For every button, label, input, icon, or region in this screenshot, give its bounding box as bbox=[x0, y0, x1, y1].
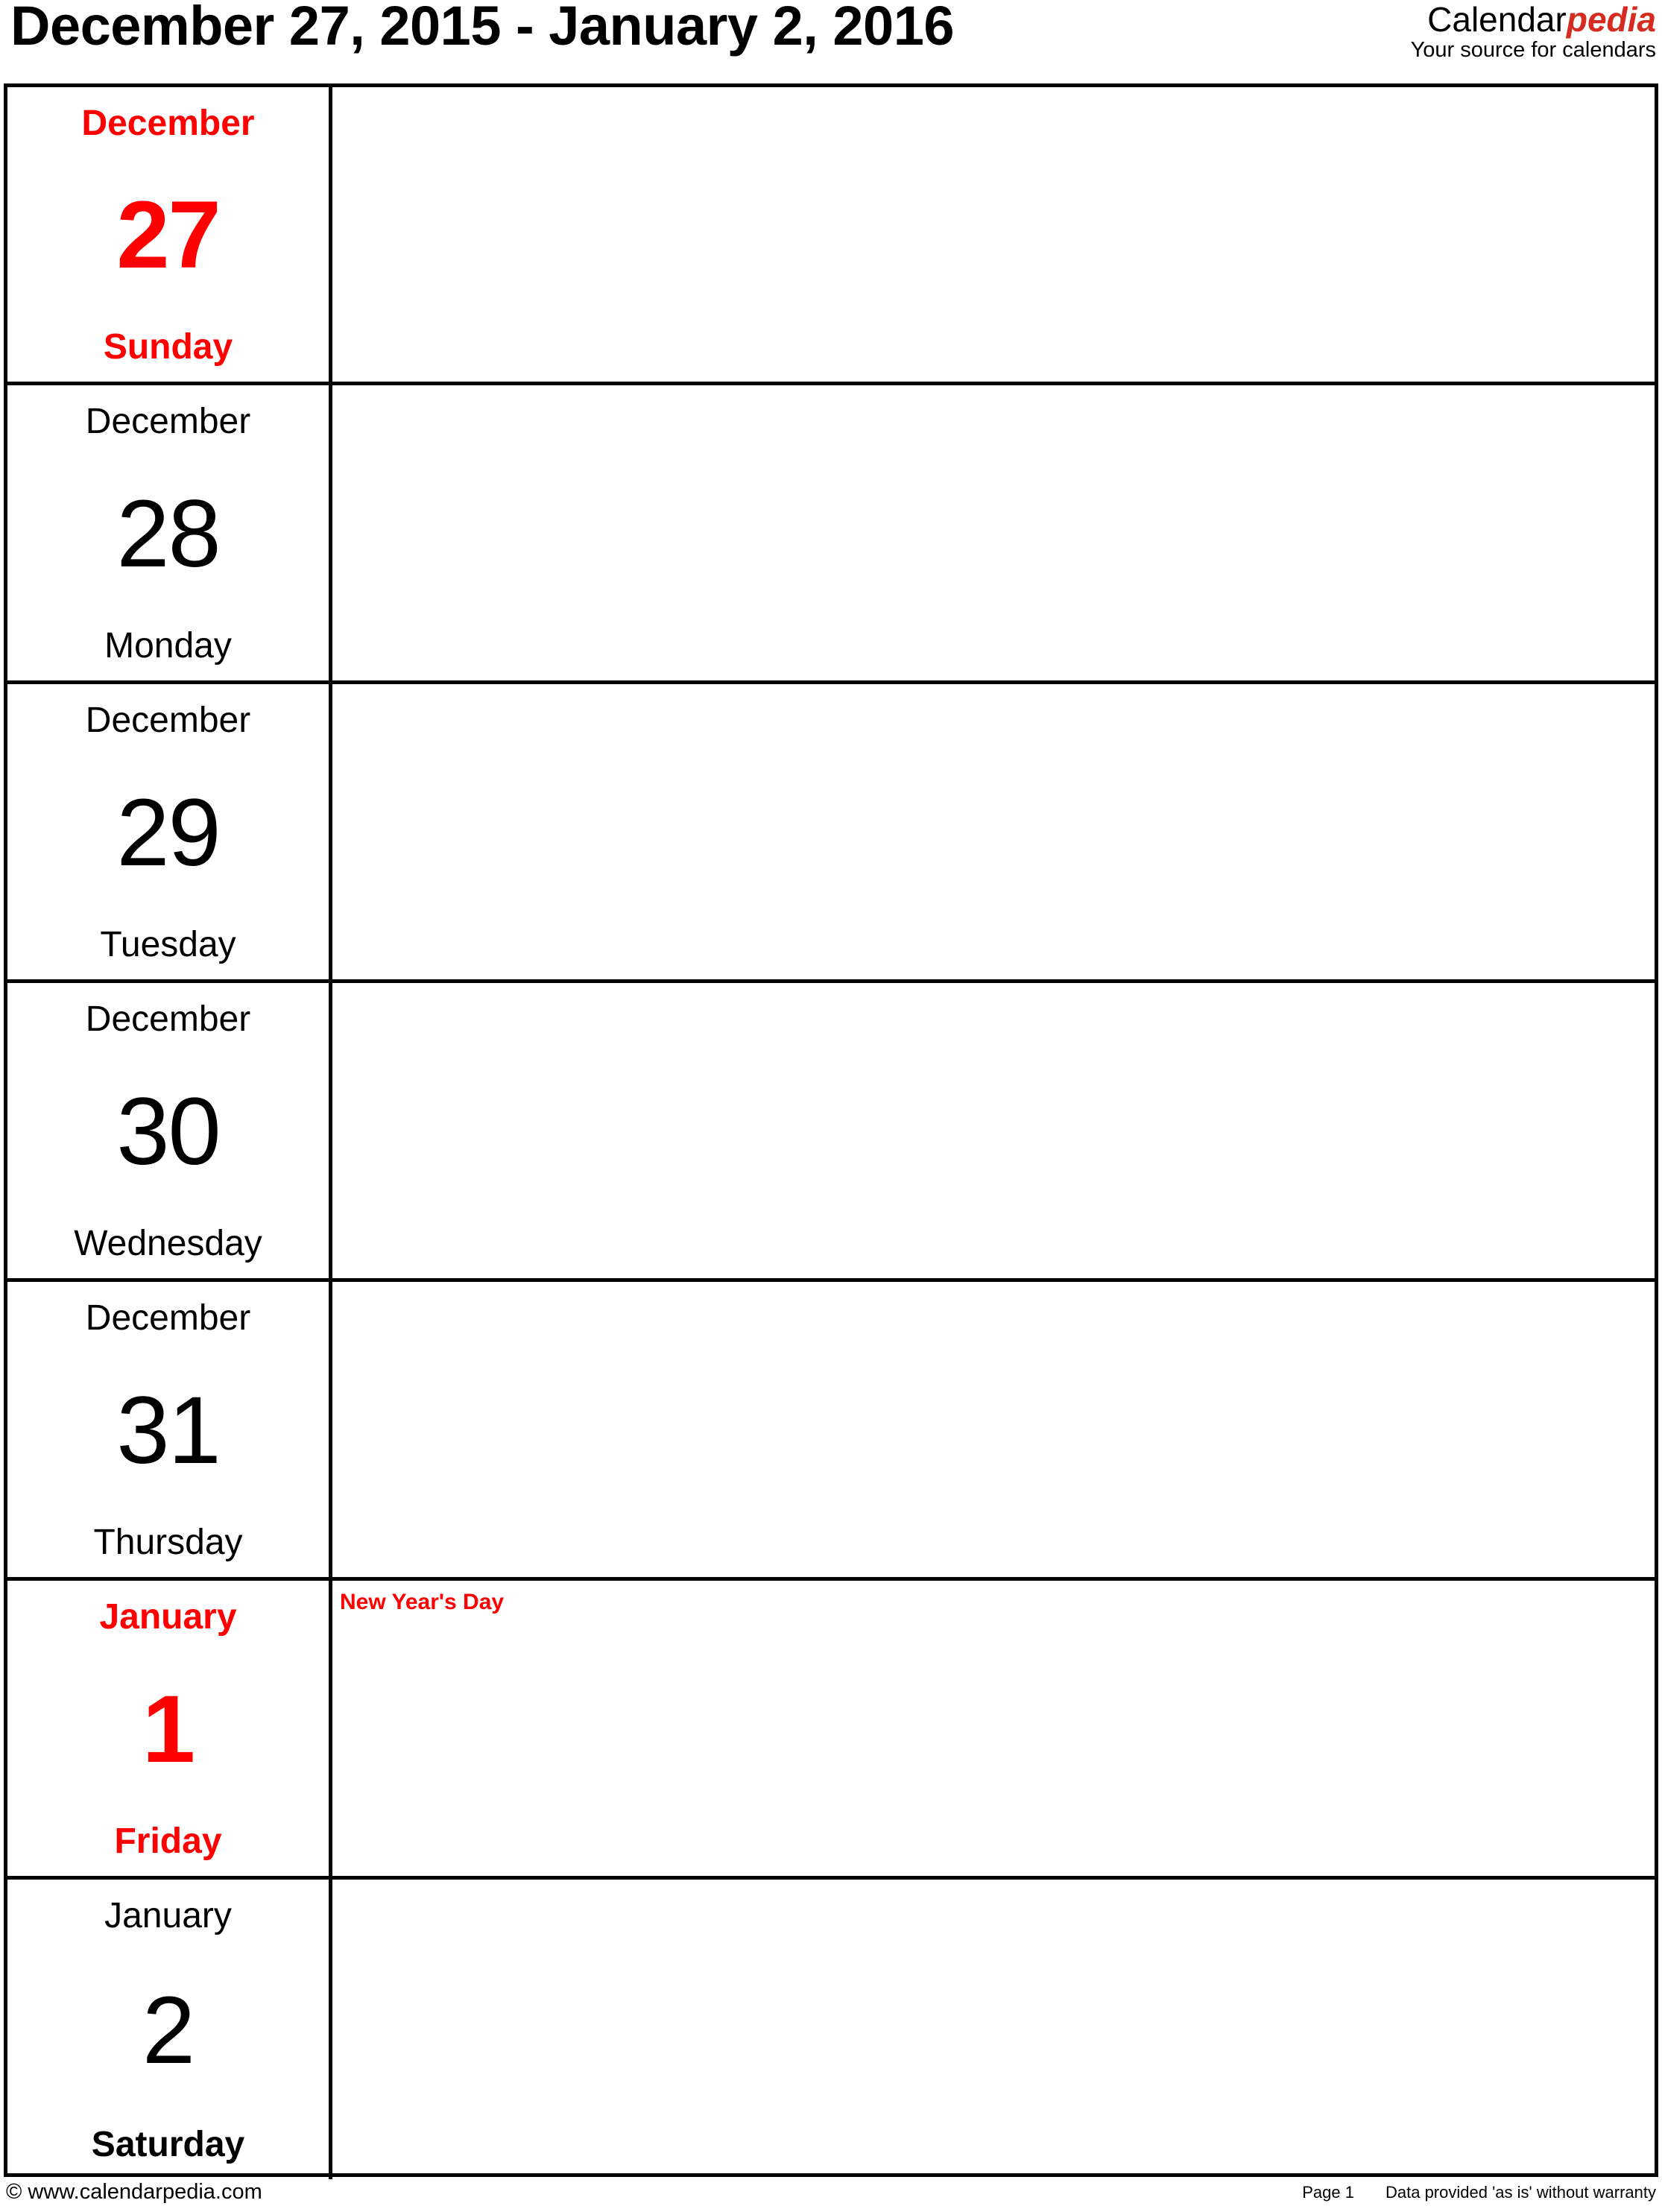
day-weekday: Wednesday bbox=[74, 1224, 262, 1263]
copyright-text: © www.calendarpedia.com bbox=[6, 2180, 262, 2204]
day-month: December bbox=[85, 999, 251, 1039]
day-row: December 30 Wednesday bbox=[7, 983, 1655, 1282]
day-notes-cell-monday[interactable] bbox=[332, 385, 1655, 680]
day-row: December 31 Thursday bbox=[7, 1282, 1655, 1581]
day-month: December bbox=[81, 104, 255, 143]
day-month: January bbox=[99, 1597, 237, 1637]
page-footer: © www.calendarpedia.com Page 1 Data provi… bbox=[0, 2180, 1662, 2212]
page-title: December 27, 2015 - January 2, 2016 bbox=[10, 0, 955, 57]
day-number: 1 bbox=[142, 1675, 195, 1783]
brand-name-accent: pedia bbox=[1566, 0, 1656, 39]
day-label-cell-thursday: December 31 Thursday bbox=[7, 1282, 332, 1577]
day-notes-cell-thursday[interactable] bbox=[332, 1282, 1655, 1577]
day-number: 2 bbox=[142, 1976, 195, 2084]
day-month: January bbox=[104, 1896, 232, 1935]
day-weekday: Saturday bbox=[91, 2125, 245, 2164]
day-weekday: Thursday bbox=[93, 1523, 243, 1562]
disclaimer-text: Data provided 'as is' without warranty bbox=[1385, 2183, 1656, 2202]
day-month: December bbox=[85, 1298, 251, 1338]
day-weekday: Friday bbox=[114, 1821, 222, 1861]
day-weekday: Tuesday bbox=[100, 925, 236, 964]
day-notes-cell-friday[interactable]: New Year's Day bbox=[332, 1581, 1655, 1876]
day-number: 28 bbox=[116, 480, 221, 587]
day-label-cell-saturday: January 2 Saturday bbox=[7, 1880, 332, 2179]
calendarpedia-logo: Calendarpedia Your source for calendars bbox=[1411, 1, 1656, 61]
day-notes-cell-sunday[interactable] bbox=[332, 87, 1655, 382]
footer-right-group: Page 1 Data provided 'as is' without warr… bbox=[1302, 2183, 1656, 2202]
day-row: December 28 Monday bbox=[7, 385, 1655, 684]
day-month: December bbox=[85, 701, 251, 740]
day-number: 31 bbox=[116, 1377, 221, 1484]
day-weekday: Monday bbox=[104, 626, 232, 666]
day-notes-cell-saturday[interactable] bbox=[332, 1880, 1655, 2179]
day-number: 29 bbox=[116, 779, 221, 886]
day-number: 27 bbox=[116, 182, 221, 288]
day-label-cell-tuesday: December 29 Tuesday bbox=[7, 684, 332, 979]
day-label-cell-wednesday: December 30 Wednesday bbox=[7, 983, 332, 1278]
day-number: 30 bbox=[116, 1078, 221, 1185]
holiday-note: New Year's Day bbox=[340, 1590, 505, 1614]
day-label-cell-sunday: December 27 Sunday bbox=[7, 87, 332, 382]
day-label-cell-monday: December 28 Monday bbox=[7, 385, 332, 680]
day-row: January 2 Saturday bbox=[7, 1880, 1655, 2179]
day-row: December 29 Tuesday bbox=[7, 684, 1655, 983]
day-month: December bbox=[85, 402, 251, 441]
brand-tagline: Your source for calendars bbox=[1410, 38, 1656, 63]
day-notes-cell-wednesday[interactable] bbox=[332, 983, 1655, 1278]
day-weekday: Sunday bbox=[103, 327, 233, 367]
day-row: December 27 Sunday bbox=[7, 87, 1655, 385]
day-notes-cell-tuesday[interactable] bbox=[332, 684, 1655, 979]
page-header: December 27, 2015 - January 2, 2016 Cale… bbox=[0, 0, 1662, 83]
weekly-calendar-grid: December 27 Sunday December 28 Monday De… bbox=[4, 83, 1658, 2179]
page-number: Page 1 bbox=[1302, 2183, 1354, 2202]
brand-wordmark: Calendarpedia bbox=[1411, 1, 1656, 37]
brand-name-primary: Calendar bbox=[1427, 0, 1567, 39]
day-label-cell-friday: January 1 Friday bbox=[7, 1581, 332, 1876]
day-row: January 1 Friday New Year's Day bbox=[7, 1581, 1655, 1880]
